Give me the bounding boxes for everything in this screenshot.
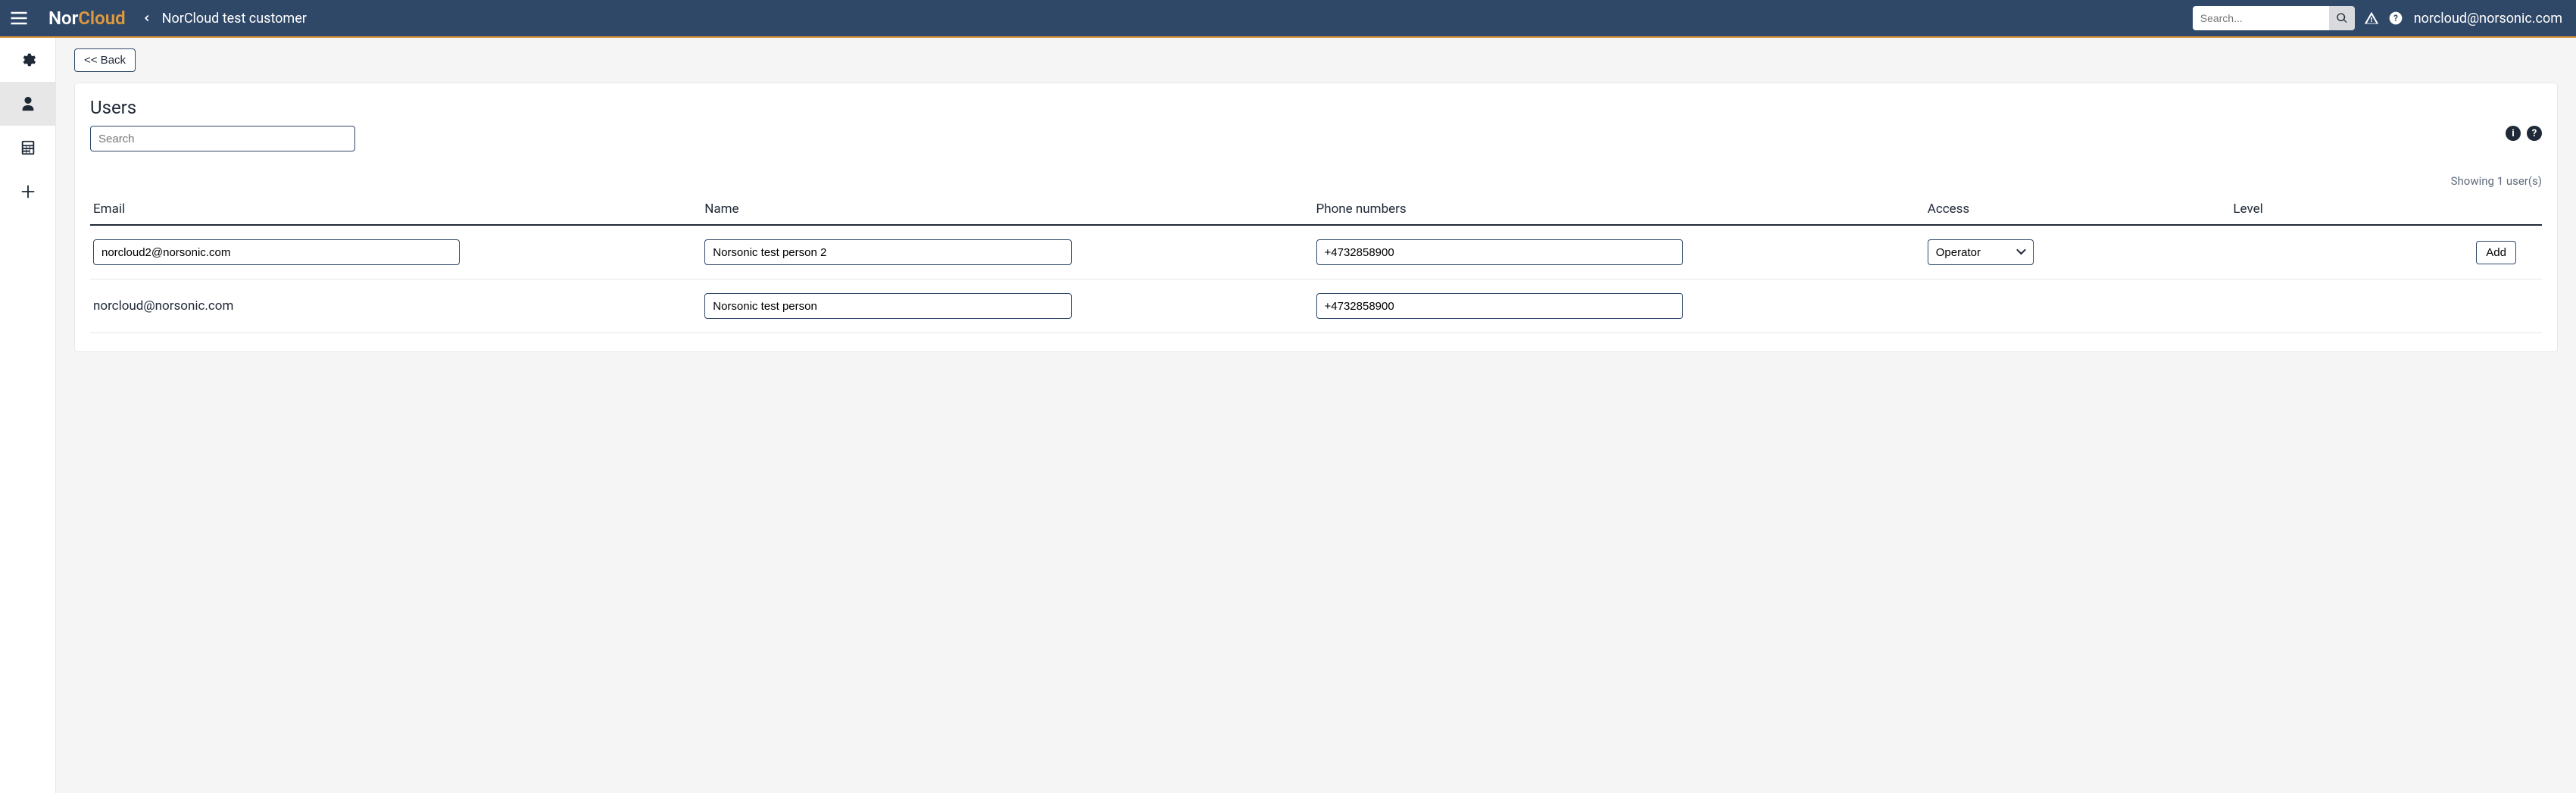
- sidebar: [0, 38, 56, 793]
- logo-part-1: Nor: [48, 8, 78, 29]
- global-search: [2193, 6, 2355, 30]
- access-select[interactable]: Operator: [1928, 239, 2034, 265]
- help-icon: ?: [2532, 128, 2537, 139]
- app-logo[interactable]: NorCloud: [48, 8, 126, 29]
- main-content: << Back Users i ? Showing 1 user(s) Emai…: [56, 38, 2576, 793]
- search-icon: [2336, 12, 2348, 24]
- sidebar-item-calculator[interactable]: [0, 126, 55, 170]
- col-email: Email: [93, 201, 704, 217]
- sidebar-item-settings[interactable]: [0, 38, 55, 82]
- global-search-input[interactable]: [2193, 6, 2329, 30]
- result-count: Showing 1 user(s): [90, 174, 2542, 188]
- sidebar-item-add[interactable]: [0, 170, 55, 214]
- app-header: NorCloud NorCloud test customer ? norclo…: [0, 0, 2576, 38]
- user-icon: [20, 95, 36, 112]
- info-button[interactable]: i: [2506, 126, 2521, 141]
- card-help-button[interactable]: ?: [2527, 126, 2542, 141]
- back-button[interactable]: << Back: [74, 48, 136, 72]
- chevron-left-icon: [142, 13, 152, 23]
- users-card: Users i ? Showing 1 user(s) Email Name P…: [74, 83, 2558, 352]
- calculator-icon: [20, 139, 36, 156]
- logo-part-2: Cloud: [78, 8, 125, 29]
- phone-input[interactable]: [1316, 293, 1683, 319]
- users-search-input[interactable]: [90, 126, 355, 151]
- add-user-button[interactable]: Add: [2476, 241, 2516, 264]
- gear-icon: [20, 52, 36, 68]
- breadcrumb-back-button[interactable]: [139, 11, 155, 26]
- email-text: norcloud@norsonic.com: [93, 298, 704, 314]
- help-button[interactable]: ?: [2388, 11, 2403, 26]
- table-row: Operator Add: [90, 226, 2542, 279]
- user-menu[interactable]: norcloud@norsonic.com: [2414, 11, 2562, 27]
- name-input[interactable]: [704, 239, 1071, 265]
- name-input[interactable]: [704, 293, 1071, 319]
- col-level: Level: [2233, 201, 2539, 217]
- warning-icon: [2364, 11, 2379, 26]
- table-row: norcloud@norsonic.com: [90, 279, 2542, 333]
- sidebar-item-users[interactable]: [0, 82, 55, 126]
- users-table: Email Name Phone numbers Access Level Op…: [90, 194, 2542, 333]
- phone-input[interactable]: [1316, 239, 1683, 265]
- table-header: Email Name Phone numbers Access Level: [90, 194, 2542, 226]
- email-input[interactable]: [93, 239, 460, 265]
- hamburger-icon: [8, 8, 30, 29]
- info-icon: i: [2512, 128, 2514, 139]
- help-icon: ?: [2388, 11, 2403, 26]
- col-access: Access: [1928, 201, 2234, 217]
- svg-text:?: ?: [2393, 13, 2398, 23]
- col-name: Name: [704, 201, 1316, 217]
- page-title: Users: [90, 97, 2542, 118]
- global-search-button[interactable]: [2329, 6, 2355, 30]
- hamburger-menu-button[interactable]: [0, 0, 38, 37]
- alerts-button[interactable]: [2364, 11, 2379, 26]
- plus-icon: [20, 183, 36, 200]
- col-phone: Phone numbers: [1316, 201, 1928, 217]
- breadcrumb[interactable]: NorCloud test customer: [162, 11, 307, 27]
